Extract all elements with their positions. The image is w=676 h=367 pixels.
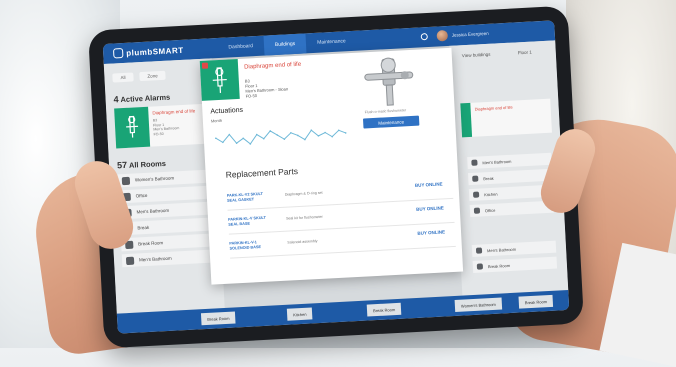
room-name: Office [485,207,496,213]
room-name: Break [483,175,494,181]
modal-meta: B3 Floor 1 Men's Bathroom - Sloan FO-50 [245,76,289,98]
buy-online-button[interactable]: BUY ONLINE [415,181,443,187]
alarm-card[interactable]: Diaphragm end of life B3 Floor 1 Men's B… [114,104,208,149]
list-item[interactable]: Men's Bathroom [122,250,215,268]
chip-label: Women's Bathroom [461,301,496,308]
avatar[interactable] [436,30,448,42]
bottom-chip[interactable]: Break Room [367,303,402,317]
user-name[interactable]: Jessica Evergreen [452,31,489,38]
part-description: Diaphragm & O-ring set [285,191,323,197]
tablet-screen: plumbSMART Dashboard Buildings Maintenan… [103,20,570,333]
product-caption: Flush-o-matic flushometer [365,108,407,114]
bottom-chip[interactable]: Break Room [201,311,236,325]
part-description: Seal kit for flushometer [286,215,323,221]
alarm-text: Diaphragm end of life B3 Floor 1 Men's B… [148,104,201,147]
list-item[interactable]: Men's Bathroom [472,241,557,257]
list-item[interactable]: Men's Bathroom [467,153,552,169]
series-line [216,127,346,146]
alarm-thumbnail [114,107,150,149]
maintenance-button[interactable]: Maintenance [363,116,419,129]
brand-name: plumbSMART [126,45,184,57]
flushometer-image [360,54,419,109]
alarms-label: Active Alarms [120,93,170,105]
replacement-parts-title: Replacement Parts [225,166,298,180]
tablet: plumbSMART Dashboard Buildings Maintenan… [88,6,584,349]
chip-label: Break Room [207,315,229,321]
room-icon [476,247,482,253]
list-item[interactable]: Women's Bathroom [118,170,211,188]
alarm-title: Diaphragm end of life [152,108,195,115]
flush-valve-icon [211,66,228,95]
tab-maintenance[interactable]: Maintenance [306,31,358,54]
logo-icon [113,48,124,59]
room-icon [477,263,483,269]
buy-online-button[interactable]: BUY ONLINE [416,205,444,211]
modal-thumbnail [200,59,240,101]
list-item[interactable]: Break [120,218,213,236]
alarm-meta: B3 Floor 1 Men's Bathroom FO-50 [153,116,197,136]
room-icon [472,176,478,182]
room-name: Break Room [488,263,510,269]
list-item[interactable]: Break Room [473,257,558,273]
part-link[interactable]: PARKIN-KL-V SKULT SEAL BASE [228,215,272,226]
list-item[interactable]: Men's Bathroom [119,202,212,220]
room-name: Kitchen [484,191,498,197]
room-icon [473,192,479,198]
rooms-label: All Rooms [129,159,167,170]
all-rooms-heading: 57 All Rooms [117,155,217,170]
floor-select[interactable]: Floor 1 [518,50,532,56]
actuations-title: Actuations [210,107,243,116]
part-link[interactable]: PARKIN-KL-V-1 SOLENOID BASE [229,239,273,250]
active-alarms-heading: 4 Active Alarms [113,89,213,104]
list-item[interactable]: Break Room [121,234,214,252]
actuations-chart [211,115,353,160]
list-item[interactable]: Office [470,201,555,217]
tab-dashboard[interactable]: Dashboard [217,36,264,58]
list-item[interactable]: Break [468,169,553,185]
chip-label: Break Room [525,299,547,305]
bottom-chip[interactable]: Kitchen [287,307,313,320]
detail-modal: Diaphragm end of life B3 Floor 1 Men's B… [200,48,463,285]
room-name: Men's Bathroom [487,246,516,253]
rooms-count: 57 [117,160,128,171]
buy-online-button[interactable]: BUY ONLINE [417,229,445,235]
room-name: Office [136,193,148,199]
right-alert-title: Diaphragm end of life [470,100,518,136]
modal-title: Diaphragm end of life [244,62,301,71]
view-buildings-button[interactable]: View buildings [462,52,491,58]
tab-buildings[interactable]: Buildings [263,33,306,55]
alarms-count: 4 [113,94,119,104]
right-alert-card[interactable]: Diaphragm end of life [460,99,552,138]
chip-label: Kitchen [293,311,307,317]
room-name: Women's Bathroom [135,175,175,182]
room-name: Break [137,225,149,231]
room-icon [474,208,480,214]
bottom-chip[interactable]: Break Room [519,295,554,309]
filter-zone[interactable]: Zone [139,71,166,81]
room-icon [471,160,477,166]
bottom-chip[interactable]: Women's Bathroom [455,298,503,312]
list-item[interactable]: Office [118,186,211,204]
chip-label: Break Room [373,307,395,313]
room-name: Men's Bathroom [482,158,511,165]
alert-badge [202,63,208,69]
room-name: Men's Bathroom [136,208,169,215]
room-name: Break Room [138,240,163,246]
flush-valve-icon [123,114,140,139]
filter-all[interactable]: All [112,72,133,82]
room-icon [126,256,134,264]
app-logo[interactable]: plumbSMART [113,45,184,59]
part-link[interactable]: PARK-KL-V2 SKULT SEAL GASKET [227,191,271,202]
room-icon [122,176,130,184]
part-description: Solenoid assembly [287,239,317,245]
room-name: Men's Bathroom [139,256,172,263]
search-icon[interactable] [421,33,428,40]
